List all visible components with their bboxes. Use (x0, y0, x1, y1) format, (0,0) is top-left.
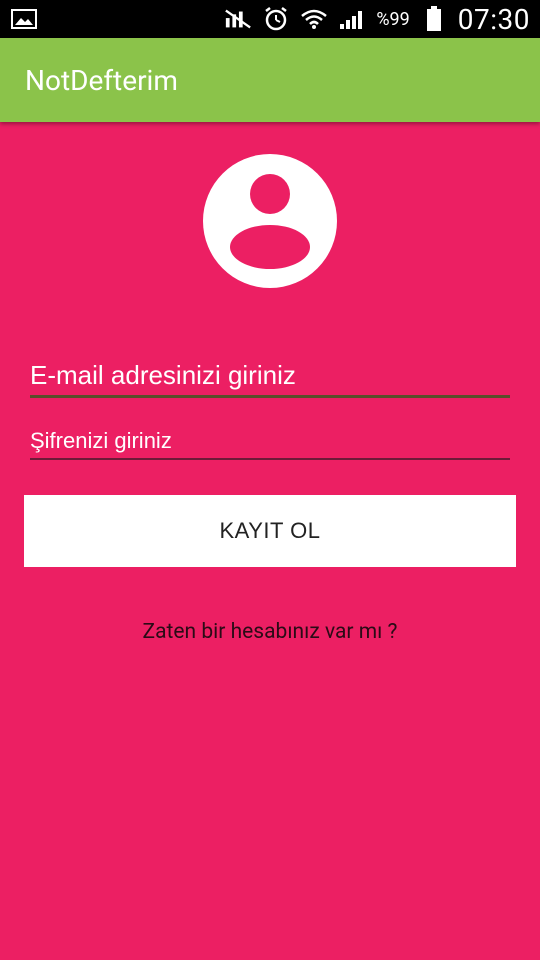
email-field[interactable] (30, 356, 510, 398)
login-link[interactable]: Zaten bir hesabınız var mı ? (0, 620, 540, 644)
alarm-icon (262, 7, 290, 31)
wifi-icon (300, 8, 328, 30)
battery-icon (420, 6, 448, 31)
no-signal-icon (224, 8, 252, 30)
clock: 07:30 (457, 2, 530, 36)
profile-avatar-icon (203, 154, 337, 288)
status-bar: %99 07:30 (0, 0, 540, 38)
register-button[interactable]: KAYIT OL (24, 495, 516, 567)
battery-percent: %99 (376, 8, 410, 30)
app-bar: NotDefterim (0, 38, 540, 122)
image-notification-icon (10, 8, 38, 30)
password-field[interactable] (30, 424, 510, 460)
signal-strength-icon (338, 8, 366, 30)
app-title: NotDefterim (25, 63, 178, 97)
